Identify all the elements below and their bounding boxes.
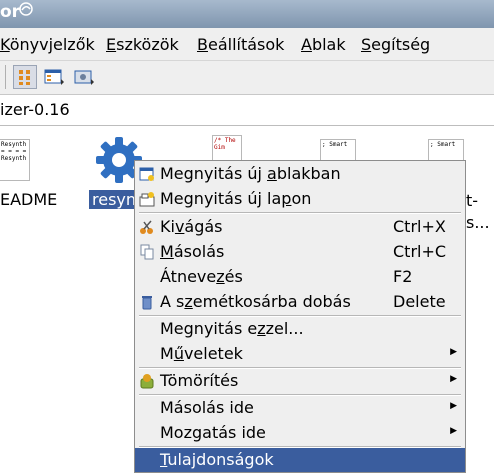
cut-icon (140, 220, 153, 234)
icon-view-icon (19, 70, 30, 85)
menu-item-copy-here[interactable]: Másolás ide ▶ (135, 396, 465, 420)
shortcut-copy: Ctrl+C (393, 242, 447, 261)
menu-bookmarks[interactable]: Könyvjelzők (0, 35, 95, 54)
toolbar (0, 61, 494, 95)
new-window-icon (139, 167, 154, 181)
menu-item-cut[interactable]: Kivágás Ctrl+X (135, 215, 465, 239)
menu-item-compress[interactable]: Tömörítés ▶ (135, 369, 465, 393)
menu-settings[interactable]: Beállítások (197, 35, 284, 54)
toolbar-separator (5, 65, 6, 89)
context-menu: Megnyitás új ablakban Megnyitás új lapon… (134, 160, 466, 473)
submenu-arrow-icon: ▶ (450, 374, 457, 384)
menu-item-open-new-window[interactable]: Megnyitás új ablakban (135, 162, 465, 186)
shortcut-cut: Ctrl+X (393, 217, 446, 236)
menu-help[interactable]: Segítség (361, 35, 430, 54)
preview-button[interactable] (72, 65, 96, 89)
file-label-readme[interactable]: EADME (0, 190, 57, 209)
shortcut-rename: F2 (393, 267, 413, 286)
shortcut-delete: Delete (393, 292, 446, 311)
compress-icon (140, 374, 154, 389)
submenu-arrow-icon: ▶ (450, 401, 457, 411)
image-preview-icon (74, 70, 94, 85)
menu-item-move-to-trash[interactable]: A szemétkosárba dobás Delete (135, 290, 465, 314)
menu-item-open-new-tab[interactable]: Megnyitás új lapon (135, 187, 465, 211)
file-label-partial[interactable]: t- s... (466, 190, 490, 234)
icon-view-button[interactable] (13, 65, 37, 89)
menu-item-copy[interactable]: Másolás Ctrl+C (135, 240, 465, 264)
menu-item-rename[interactable]: Átnevezés F2 (135, 265, 465, 289)
file-label-selected[interactable]: resyn (89, 190, 140, 209)
submenu-arrow-icon: ▶ (450, 426, 457, 436)
trash-icon (142, 296, 152, 310)
detail-view-icon (44, 69, 64, 85)
menu-item-properties[interactable]: Tulajdonságok (135, 448, 465, 472)
location-bar[interactable]: izer-0.16 (0, 95, 494, 126)
menu-window[interactable]: Ablak (301, 35, 346, 54)
title-bar[interactable]: or (0, 0, 494, 28)
konqueror-icon (19, 2, 33, 16)
location-path: izer-0.16 (0, 100, 70, 119)
detail-view-button[interactable] (42, 65, 66, 89)
copy-icon (140, 244, 154, 260)
menu-item-open-with[interactable]: Megnyitás ezzel... (135, 317, 465, 341)
menu-bar: Könyvjelzők Eszközök Beállítások Ablak S… (0, 28, 494, 61)
menu-tools[interactable]: Eszközök (106, 35, 179, 54)
new-tab-icon (139, 192, 155, 207)
submenu-arrow-icon: ▶ (450, 347, 457, 357)
menu-item-actions[interactable]: Műveletek ▶ (135, 342, 465, 366)
menu-item-move-here[interactable]: Mozgatás ide ▶ (135, 421, 465, 445)
menu-separator (139, 212, 461, 214)
readme-thumbnail[interactable]: Resynth = = = = Resynth (0, 139, 30, 181)
